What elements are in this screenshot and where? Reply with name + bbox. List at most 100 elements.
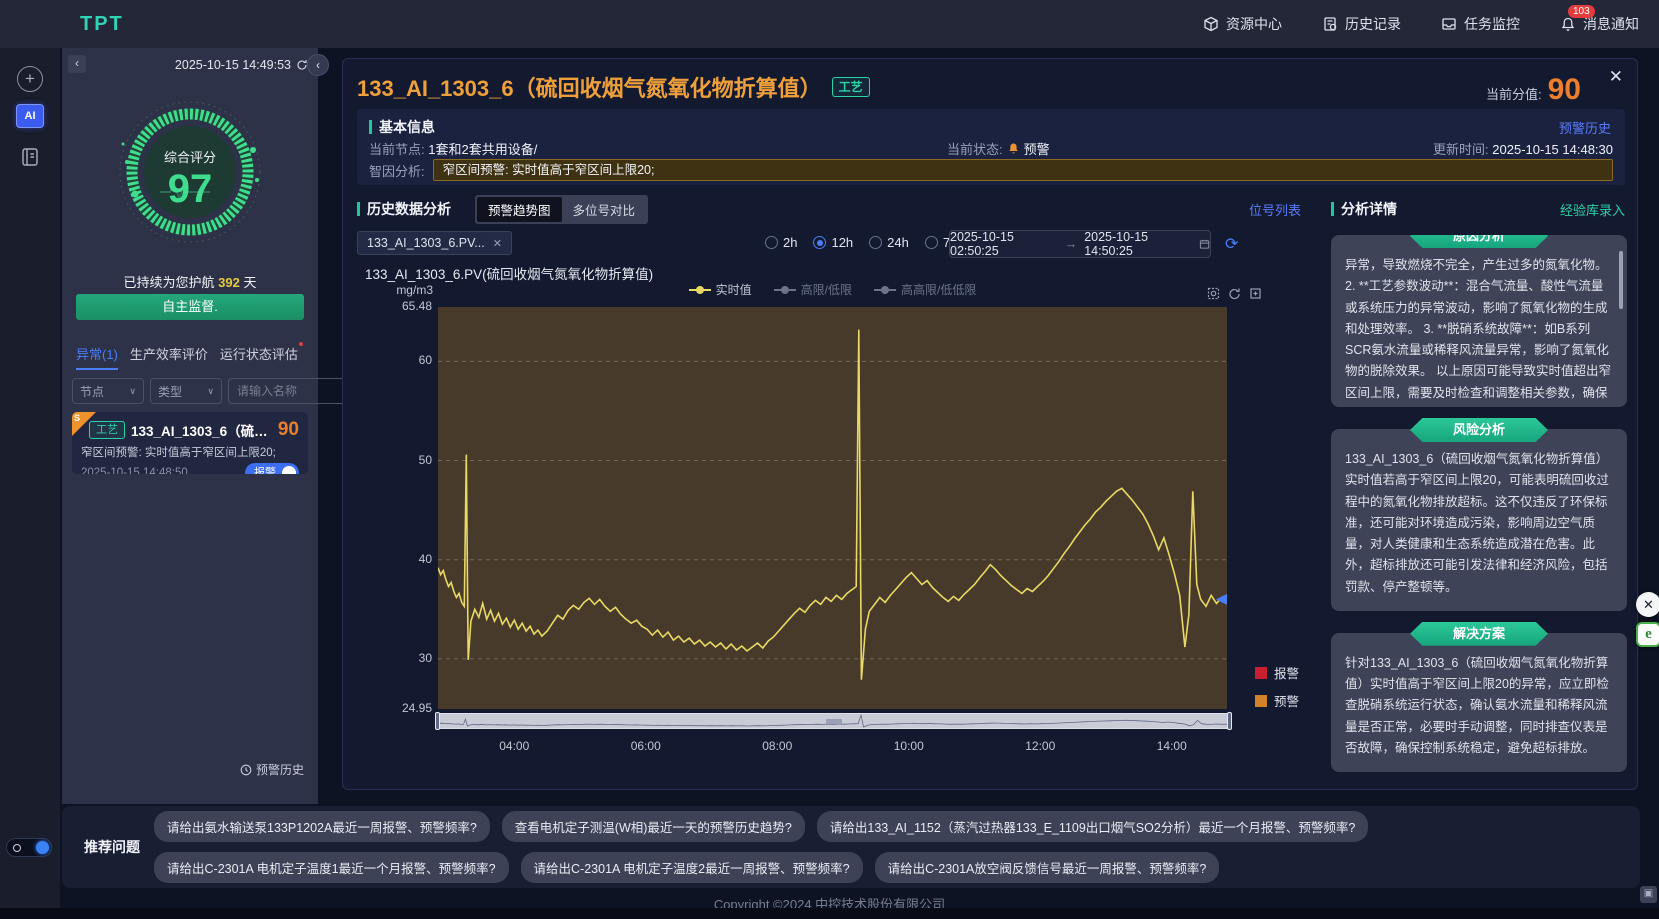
- legend-realtime[interactable]: 实时值: [689, 281, 752, 298]
- panel-timestamp: 2025-10-15 14:49:53: [175, 58, 308, 72]
- section-accent-bar: [369, 120, 372, 134]
- range-12h[interactable]: 12h: [813, 235, 853, 250]
- y-axis-tick: 50: [357, 453, 432, 467]
- collapse-button[interactable]: ‹: [68, 55, 86, 73]
- radio-icon: [925, 236, 938, 249]
- node-select[interactable]: 节点∨: [72, 378, 144, 404]
- detail-modal: ✕ 133_AI_1303_6（硫回收烟气氮氧化物折算值） 工艺 当前分值: 9…: [342, 58, 1638, 790]
- toggle-left-dot: [13, 844, 21, 852]
- tab-warning-trend[interactable]: 预警趋势图: [477, 197, 562, 222]
- chart-controls: 133_AI_1303_6.PV...✕ 2h 12h 24h 72h 2025…: [357, 231, 1309, 259]
- legend-high-low-limit[interactable]: 高限/低限: [774, 281, 852, 298]
- type-select[interactable]: 类型∨: [150, 378, 222, 404]
- range-2h[interactable]: 2h: [765, 235, 797, 250]
- ai-analysis-box: 窄区间预警: 实时值高于窄区间上限20;: [433, 159, 1613, 181]
- warning-history-link[interactable]: 预警历史: [1559, 118, 1611, 137]
- panel-collapse-button[interactable]: ‹: [307, 54, 329, 76]
- nav-task-monitor[interactable]: 任务监控: [1441, 14, 1520, 34]
- restore-icon[interactable]: [1249, 287, 1262, 300]
- escort-days-value: 392: [218, 275, 240, 290]
- experience-library-link[interactable]: 经验库录入: [1560, 200, 1625, 219]
- nav-history-record[interactable]: 历史记录: [1322, 14, 1401, 34]
- undo-zoom-icon[interactable]: [1228, 287, 1241, 300]
- history-analysis-section: 历史数据分析 预警趋势图 多位号对比 位号列表 133_AI_1303_6.PV…: [357, 199, 1309, 777]
- y-axis-tick: 24.95: [357, 701, 432, 715]
- suggestion-chip[interactable]: 请给出C-2301A 电机定子温度2最近一周报警、预警频率?: [521, 852, 863, 883]
- assistant-toggle[interactable]: [6, 838, 52, 857]
- chart-legend: 实时值 高限/低限 高高限/低低限: [438, 281, 1227, 298]
- gauge-label: 综合评分: [164, 150, 216, 165]
- gauge-score: 97: [168, 167, 213, 211]
- card-ribbon: 风险分析: [1410, 418, 1548, 442]
- suggestions-label: 推荐问题: [84, 837, 140, 857]
- datazoom-slider[interactable]: [436, 713, 1231, 729]
- suggestion-chip[interactable]: 请给出C-2301A放空阀反馈信号最近一周报警、预警频率?: [875, 852, 1220, 883]
- alert-list-item[interactable]: S 工艺 133_AI_1303_6（硫回收... 90 窄区间预警: 实时值高…: [72, 412, 308, 474]
- app-logo: TPT: [80, 13, 124, 36]
- zoom-select-icon[interactable]: [1207, 287, 1220, 300]
- suggestion-chip[interactable]: 请给出C-2301A 电机定子温度1最近一个月报警、预警频率?: [154, 852, 509, 883]
- tab-running-status[interactable]: 运行状态评估: [220, 344, 298, 370]
- trend-chart-plot[interactable]: [438, 307, 1227, 709]
- top-bar: TPT 资源中心 历史记录 任务监控 103 消息通知: [0, 0, 1659, 48]
- status-field: 当前状态: 预警: [947, 139, 1050, 158]
- x-axis-tick: 12:00: [1025, 739, 1055, 753]
- legend-marker: [689, 289, 711, 291]
- datazoom-grip[interactable]: [826, 719, 842, 724]
- date-end: 2025-10-15 14:50:25: [1084, 230, 1192, 258]
- close-icon[interactable]: ✕: [1609, 67, 1623, 87]
- journal-icon[interactable]: [19, 146, 41, 173]
- warning-history-link[interactable]: 预警历史: [240, 761, 304, 778]
- modal-title: 133_AI_1303_6（硫回收烟气氮氧化物折算值） 工艺: [357, 71, 870, 103]
- tag-chip[interactable]: 133_AI_1303_6.PV...✕: [357, 231, 512, 255]
- tab-abnormal[interactable]: 异常(1): [76, 344, 118, 370]
- refresh-chart-icon[interactable]: ⟳: [1225, 234, 1238, 254]
- notification-badge: 103: [1568, 5, 1595, 18]
- bell-icon: [1560, 16, 1576, 32]
- chart-mode-tabs: 预警趋势图 多位号对比: [475, 195, 648, 224]
- add-button[interactable]: +: [17, 66, 43, 92]
- radio-icon: [813, 236, 826, 249]
- ai-assistant-button[interactable]: AI: [16, 104, 44, 128]
- node-value: 1套和2套共用设备/: [428, 142, 537, 157]
- date-range-picker[interactable]: 2025-10-15 02:50:25 → 2025-10-15 14:50:2…: [949, 230, 1211, 258]
- card-scrollbar[interactable]: [1619, 251, 1623, 309]
- alert-score: 90: [278, 419, 299, 441]
- legend-highhigh-lowlow-limit[interactable]: 高高限/低低限: [874, 281, 976, 298]
- score-label: 当前分值:: [1486, 84, 1542, 103]
- chevron-down-icon: ∨: [207, 386, 214, 397]
- current-score: 当前分值: 90: [1486, 73, 1581, 107]
- tag-list-link[interactable]: 位号列表: [1249, 200, 1301, 219]
- node-label: 当前节点:: [369, 142, 425, 157]
- info-row: 当前节点: 1套和2套共用设备/ 当前状态: 预警 更新时间: 2025-10-…: [369, 139, 1613, 158]
- score-sidebar: ‹ ‹ 2025-10-15 14:49:53 综合评分 97 已持续为您护航 …: [62, 48, 318, 804]
- suggestion-chip[interactable]: 请给出氨水输送泵133P1202A最近一周报警、预警频率?: [154, 811, 490, 842]
- warn-color-swatch: [1255, 695, 1267, 707]
- bottom-strip: [0, 908, 1659, 919]
- self-supervise-button[interactable]: 自主监督.: [76, 294, 304, 320]
- tab-multi-tag-compare[interactable]: 多位号对比: [562, 197, 647, 222]
- sidebar-tabs: 异常(1) 生产效率评价 运行状态评估: [76, 344, 310, 370]
- alarm-bell-icon: [1007, 142, 1020, 155]
- overlay-close-button[interactable]: ✕: [1636, 592, 1659, 617]
- tab-efficiency[interactable]: 生产效率评价: [130, 344, 208, 370]
- nav-resource-center[interactable]: 资源中心: [1203, 14, 1282, 34]
- nav-notifications[interactable]: 103 消息通知: [1560, 14, 1639, 34]
- overlay-extension-icon[interactable]: e: [1636, 622, 1659, 647]
- x-axis-tick: 10:00: [894, 739, 924, 753]
- left-rail: + AI: [0, 0, 60, 919]
- suggestion-chip[interactable]: 请给出133_AI_1152（蒸汽过热器133_E_1109出口烟气SO2分析）…: [817, 811, 1368, 842]
- assistant-widget-icon[interactable]: ▣: [1640, 886, 1657, 903]
- datazoom-left-handle[interactable]: [435, 712, 440, 730]
- threshold-legend: 报警 预警: [1255, 663, 1299, 719]
- range-24h[interactable]: 24h: [869, 235, 909, 250]
- y-axis-tick: 65.48: [357, 299, 432, 313]
- alarm-toggle[interactable]: 报警: [245, 463, 299, 474]
- x-axis-tick: 08:00: [762, 739, 792, 753]
- remove-tag-icon[interactable]: ✕: [493, 237, 502, 250]
- section-accent-bar: [1331, 202, 1334, 216]
- analysis-detail-panel: 分析详情 经验库录入 原因分析 异常，导致燃烧不完全，产生过多的氮氧化物。 2.…: [1331, 199, 1627, 777]
- y-axis-tick: 60: [357, 353, 432, 367]
- suggestion-chip[interactable]: 查看电机定子测温(W相)最近一天的预警历史趋势?: [502, 811, 805, 842]
- datazoom-right-handle[interactable]: [1227, 712, 1232, 730]
